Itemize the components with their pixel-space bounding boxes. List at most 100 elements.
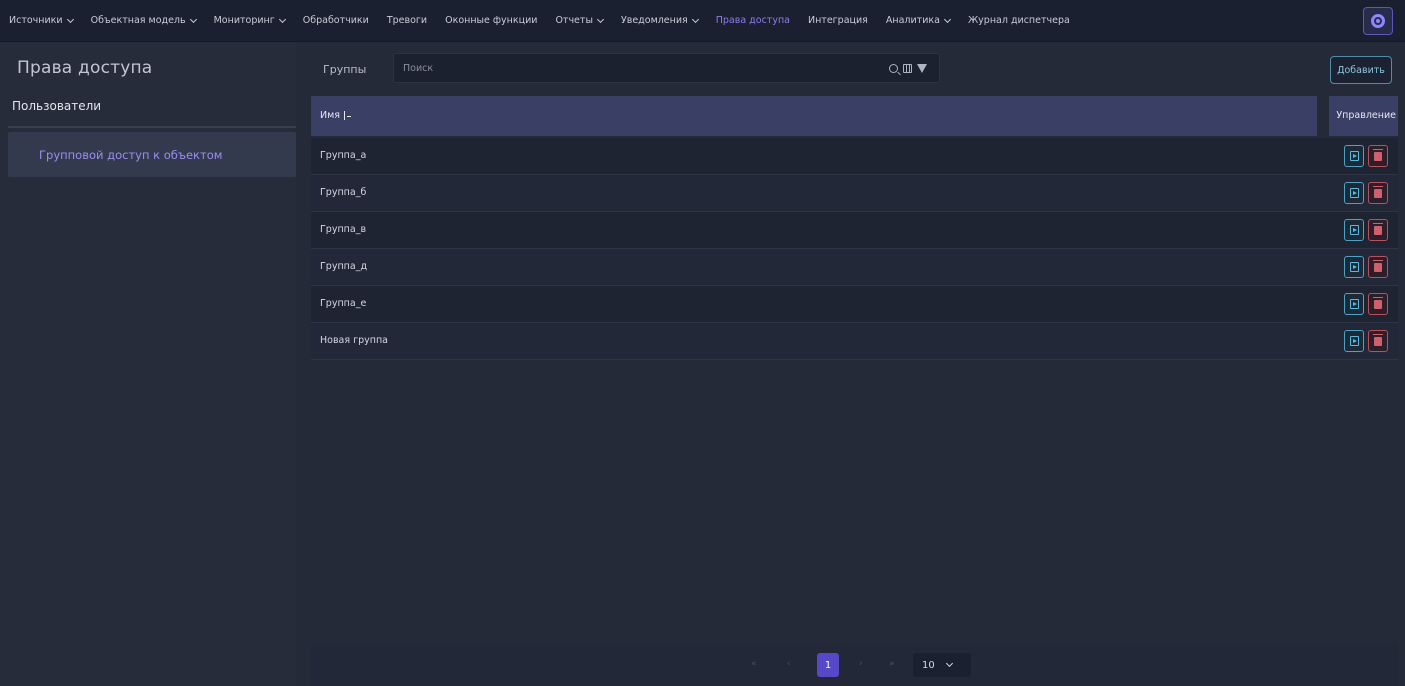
nav-item-object-model[interactable]: Объектная модель — [82, 0, 205, 42]
sidebar: Права доступа Пользователи Групповой дос… — [0, 43, 296, 686]
nav-item-label: Отчеты — [555, 15, 593, 26]
row-name: Группа_д — [320, 261, 368, 272]
open-icon — [1349, 299, 1359, 309]
nav-item-notifications[interactable]: Уведомления — [612, 0, 707, 42]
delete-button[interactable] — [1368, 330, 1388, 352]
sidebar-item-users[interactable]: Пользователи — [12, 99, 101, 113]
row-name: Группа_е — [320, 298, 367, 309]
sidebar-item-group-access[interactable]: Групповой доступ к объектом — [8, 132, 296, 177]
trash-icon — [1373, 185, 1383, 198]
nav-item-label: Мониторинг — [213, 15, 275, 26]
add-button[interactable]: Добавить — [1330, 56, 1392, 84]
chevron-down-icon — [66, 15, 74, 23]
prev-page-icon[interactable]: ‹ — [787, 653, 791, 675]
page-button-current[interactable]: 1 — [817, 653, 839, 677]
open-icon — [1349, 188, 1359, 198]
nav-item-label: Аналитика — [885, 15, 940, 26]
trash-icon — [1373, 222, 1383, 235]
nav-item-window-functions[interactable]: Оконные функции — [436, 0, 546, 42]
top-navigation: Источники Объектная модель Мониторинг Об… — [0, 0, 1405, 42]
nav-item-alarms[interactable]: Тревоги — [378, 0, 436, 42]
search-icon[interactable] — [889, 63, 898, 73]
nav-item-label: Уведомления — [620, 15, 688, 26]
nav-item-access-rights[interactable]: Права доступа — [707, 0, 799, 42]
table-row[interactable]: Группа_а — [311, 138, 1398, 175]
open-icon — [1349, 225, 1359, 235]
chevron-down-icon — [945, 659, 953, 668]
row-name: Группа_б — [320, 187, 367, 198]
nav-item-label: Оконные функции — [445, 15, 538, 26]
open-button[interactable] — [1344, 293, 1364, 315]
row-name: Группа_а — [320, 150, 367, 161]
sidebar-divider — [8, 126, 296, 128]
chevron-down-icon — [278, 15, 286, 23]
nav-item-label: Объектная модель — [90, 15, 186, 26]
page-title: Права доступа — [17, 58, 153, 78]
row-actions — [1344, 293, 1388, 315]
nav-item-label: Журнал диспетчера — [967, 15, 1070, 26]
table-row[interactable]: Группа_в — [311, 212, 1398, 249]
nav-item-reports[interactable]: Отчеты — [546, 0, 612, 42]
column-header-label: Имя — [320, 110, 340, 121]
chevron-down-icon — [596, 15, 604, 23]
sidebar-item-label: Групповой доступ к объектом — [39, 147, 223, 162]
nav-item-dispatcher-log[interactable]: Журнал диспетчера — [959, 0, 1079, 42]
nav-item-handlers[interactable]: Обработчики — [294, 0, 378, 42]
calendar-icon[interactable] — [903, 63, 912, 73]
nav-item-label: Обработчики — [302, 15, 369, 26]
search-input[interactable] — [403, 62, 889, 74]
table-row[interactable]: Группа_д — [311, 249, 1398, 286]
delete-button[interactable] — [1368, 293, 1388, 315]
groups-label: Группы — [323, 63, 367, 76]
trash-icon — [1373, 148, 1383, 161]
filter-icon[interactable] — [917, 63, 927, 73]
column-header-manage: Управление — [1336, 110, 1396, 121]
gear-icon — [1371, 14, 1385, 28]
delete-button[interactable] — [1368, 256, 1388, 278]
trash-icon — [1373, 333, 1383, 346]
row-actions — [1344, 145, 1388, 167]
page-size-select[interactable]: 10 — [913, 653, 971, 677]
open-icon — [1349, 262, 1359, 272]
row-actions — [1344, 182, 1388, 204]
nav-item-label: Интеграция — [807, 15, 868, 26]
delete-button[interactable] — [1368, 219, 1388, 241]
delete-button[interactable] — [1368, 182, 1388, 204]
delete-button[interactable] — [1368, 145, 1388, 167]
table-row[interactable]: Группа_б — [311, 175, 1398, 212]
nav-item-sources[interactable]: Источники — [0, 0, 82, 42]
nav-item-label: Права доступа — [715, 15, 790, 26]
open-icon — [1349, 336, 1359, 346]
header-gap — [1317, 96, 1329, 136]
nav-item-monitoring[interactable]: Мониторинг — [205, 0, 294, 42]
column-header-name[interactable]: Имя — [320, 110, 351, 121]
open-button[interactable] — [1344, 182, 1364, 204]
table-row[interactable]: Новая группа — [311, 323, 1398, 360]
search-icons — [889, 63, 927, 73]
trash-icon — [1373, 296, 1383, 309]
nav-item-label: Источники — [9, 15, 63, 26]
last-page-icon[interactable]: » — [889, 653, 895, 675]
table-row[interactable]: Группа_е — [311, 286, 1398, 323]
row-actions — [1344, 330, 1388, 352]
chevron-down-icon — [189, 15, 197, 23]
nav-item-analytics[interactable]: Аналитика — [877, 0, 959, 42]
row-actions — [1344, 219, 1388, 241]
first-page-icon[interactable]: « — [751, 653, 757, 675]
chevron-down-icon — [691, 15, 699, 23]
row-actions — [1344, 256, 1388, 278]
row-name: Группа_в — [320, 224, 367, 235]
open-button[interactable] — [1344, 219, 1364, 241]
open-icon — [1349, 151, 1359, 161]
nav-item-label: Тревоги — [386, 15, 428, 26]
search-box — [393, 53, 940, 83]
row-name: Новая группа — [320, 335, 388, 346]
next-page-icon[interactable]: › — [859, 653, 863, 675]
open-button[interactable] — [1344, 330, 1364, 352]
pagination: « ‹ 1 › » 10 — [311, 643, 1398, 686]
sort-icon[interactable] — [344, 111, 351, 120]
open-button[interactable] — [1344, 145, 1364, 167]
settings-button[interactable] — [1363, 7, 1393, 35]
open-button[interactable] — [1344, 256, 1364, 278]
nav-item-integration[interactable]: Интеграция — [799, 0, 877, 42]
